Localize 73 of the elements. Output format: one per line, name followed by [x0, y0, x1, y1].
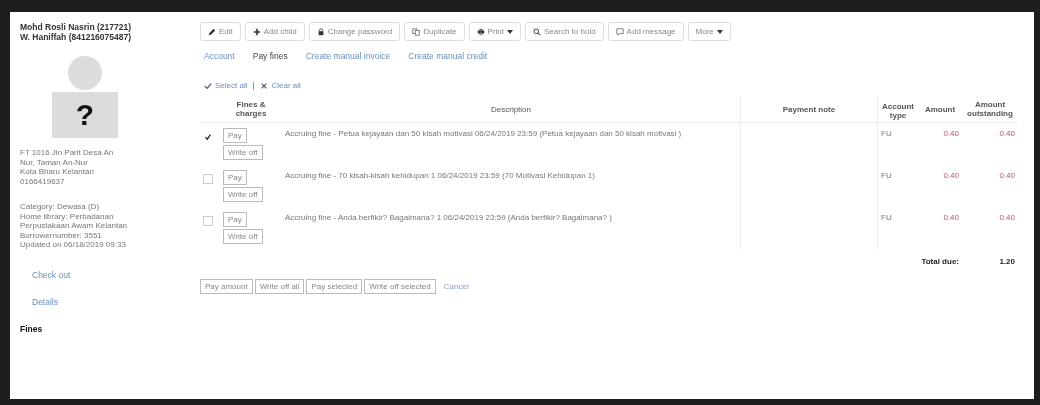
total-due: 1.20	[999, 257, 1015, 266]
address-line: Nur, Taman An-Nur	[20, 157, 89, 167]
tab[interactable]: Create manual invoice	[305, 51, 391, 61]
amount-outstanding: 0.40	[999, 171, 1015, 180]
row-checkbox[interactable]	[203, 132, 213, 142]
pay-button[interactable]: Pay	[223, 170, 247, 185]
action-button[interactable]: Pay amount	[200, 279, 253, 294]
avatar-head-icon	[68, 56, 102, 90]
pay-button[interactable]: Pay	[223, 128, 247, 143]
caret-icon	[507, 29, 513, 34]
action-button[interactable]: Write off selected	[364, 279, 436, 294]
toolbar-button[interactable]: Edit	[200, 22, 241, 41]
toolbar-button[interactable]: Add child	[244, 22, 305, 41]
toolbar-button[interactable]: Change password	[308, 22, 401, 41]
caret-icon	[716, 29, 723, 34]
pencil-icon	[208, 27, 216, 36]
plus-icon	[252, 27, 261, 36]
close-icon	[260, 81, 269, 90]
toolbar-button[interactable]: Search to hold	[525, 22, 604, 41]
toolbar-button[interactable]: More	[687, 22, 731, 41]
patron-info-line: Borrowernumber: 3551	[20, 230, 103, 240]
toolbar-button[interactable]: Print	[468, 22, 521, 41]
question-mark: ?	[75, 98, 95, 132]
patron-cardnumber: W. Haniffah (841216075487)	[20, 32, 133, 42]
patron-name: Mohd Rosli Nasrin (217721)	[20, 22, 132, 32]
sidebar-link[interactable]: Fines	[20, 323, 182, 334]
search-icon	[533, 27, 541, 36]
column-header: Payment note	[740, 96, 878, 123]
address-line: 0166419637	[20, 176, 66, 186]
copy-icon	[412, 27, 421, 36]
address-line: Kota Bharu Kelantan	[20, 167, 95, 177]
amount: 0.40	[943, 129, 959, 138]
toolbar-button[interactable]: Duplicate	[404, 22, 465, 41]
select-all-link[interactable]: Select all	[215, 81, 248, 90]
tab[interactable]: Account	[204, 51, 235, 61]
action-button[interactable]: Write off all	[254, 279, 305, 294]
column-header: Fines & charges	[220, 96, 282, 123]
tab[interactable]: Create manual credit	[408, 51, 488, 61]
column-header: Account type	[877, 96, 918, 123]
amount-outstanding: 0.40	[999, 213, 1015, 222]
cancel-link[interactable]: Cancel	[443, 282, 469, 291]
pay-button[interactable]: Pay	[223, 212, 247, 227]
write-off-button[interactable]: Write off	[223, 229, 263, 244]
account-type: FU	[881, 129, 892, 138]
action-button[interactable]: Pay selected	[306, 279, 363, 294]
patron-info-line: Perpustakaan Awam Kelantan	[20, 221, 129, 231]
amount-outstanding: 0.40	[999, 129, 1015, 138]
clear-all-link[interactable]: Clear all	[271, 81, 301, 90]
sidebar-link[interactable]: Check out	[32, 269, 182, 280]
account-type: FU	[881, 213, 892, 222]
tab[interactable]: Pay fines	[252, 51, 288, 61]
sidebar-link[interactable]: Details	[32, 296, 182, 307]
fine-description: Accruing fine - 70 kisah-kisah kehidupan 1 06/24/2019 23:59 (70 Motivasi Kehidupan 1)	[285, 171, 595, 180]
amount: 0.40	[943, 213, 959, 222]
message-icon	[615, 27, 624, 36]
column-header: Amount	[918, 96, 962, 123]
write-off-button[interactable]: Write off	[223, 145, 263, 160]
patron-info-line: Updated on 06/18/2019 09:33	[20, 240, 127, 250]
write-off-button[interactable]: Write off	[223, 187, 263, 202]
lock-icon	[316, 27, 325, 36]
column-header: Amount outstanding	[962, 96, 1018, 123]
fine-description: Accruing fine - Petua kejayaan dan 50 kisah motivasi 06/24/2019 23:59 (Petua kejayaan dan 50 kisah motivasi )	[285, 129, 682, 138]
toolbar-button[interactable]: Add message	[607, 22, 684, 41]
address-line: FT 1016 Jln Parit Desa An	[20, 148, 115, 158]
printer-icon	[476, 27, 485, 36]
patron-info-line: Category: Dewasa (D)	[20, 202, 101, 212]
check-icon	[204, 81, 212, 90]
fine-description: Accruing fine - Anda berfikir? Bagaimana? 1 06/24/2019 23:59 (Anda berfikir? Bagaimana? )	[285, 213, 612, 222]
account-type: FU	[881, 171, 892, 180]
patron-info-line: Home library: Perbadanan	[20, 211, 115, 221]
total-label: Total due:	[921, 257, 959, 266]
amount: 0.40	[943, 171, 959, 180]
column-header: Description	[282, 96, 741, 123]
